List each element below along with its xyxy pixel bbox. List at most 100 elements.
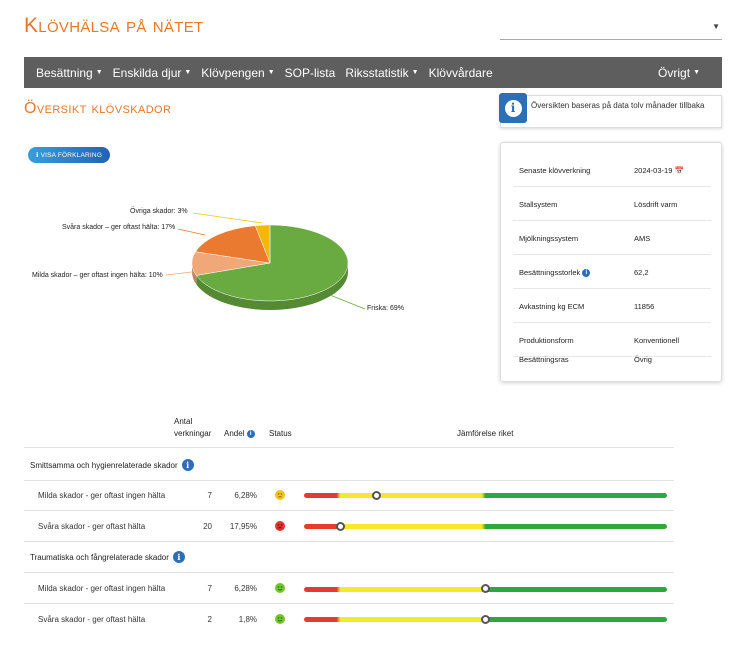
divider — [24, 480, 674, 481]
comparison-bar — [304, 493, 667, 498]
farm-info-card: Senaste klövverkning 2024-03-19 📅 Stalls… — [500, 142, 722, 382]
row-share: 1,8% — [238, 615, 257, 624]
farm-value: 11856 — [634, 302, 655, 311]
pie-leader-line — [177, 228, 206, 236]
caret-down-icon: ▼ — [95, 69, 103, 76]
header-share: Andel i — [224, 429, 255, 438]
pie-label-friska: Friska: 69% — [367, 305, 404, 312]
pie-leader-line — [329, 294, 366, 310]
farm-value: Lösdrift varm — [634, 200, 678, 209]
divider — [24, 572, 674, 573]
header-count-line2: verkningar — [174, 429, 212, 438]
farm-row: Besättningsras Övrig — [513, 341, 711, 375]
info-text: Översikten baseras på data tolv månader … — [531, 101, 705, 110]
nav-label: Enskilda djur — [112, 65, 182, 80]
row-count: 2 — [207, 615, 212, 624]
status-happy-icon — [275, 614, 285, 624]
row-name: Milda skador - ger oftast ingen hälta — [38, 491, 166, 500]
pie-leader-line — [192, 212, 263, 224]
info-icon-box: i — [499, 93, 527, 123]
info-icon: ℹ — [35, 152, 39, 159]
nav-riksstatistik[interactable]: Riksstatistik ▼ — [340, 57, 423, 88]
chevron-down-icon: ▼ — [712, 22, 720, 31]
nav-enskilda-djur[interactable]: Enskilda djur ▼ — [108, 57, 197, 88]
farm-value: AMS — [634, 234, 651, 243]
info-icon[interactable]: i — [582, 269, 591, 278]
nav-besattning[interactable]: Besättning ▼ — [24, 57, 108, 88]
main-navbar: Besättning ▼ Enskilda djur ▼ Klövpengen ▼ S… — [24, 57, 722, 88]
calendar-icon[interactable]: 📅 — [674, 166, 683, 175]
farm-row: Senaste klövverkning 2024-03-19 📅 — [513, 153, 711, 187]
pie-svg — [165, 212, 366, 310]
comparison-marker — [481, 584, 490, 593]
caret-down-icon: ▼ — [267, 69, 275, 76]
divider — [24, 447, 674, 448]
status-happy-icon — [275, 583, 285, 593]
farm-label-text: Besättningsstorlek — [519, 268, 581, 277]
row-name: Svåra skador - ger oftast hälta — [38, 615, 146, 624]
nav-label: Övrigt — [658, 65, 691, 80]
group-title: Traumatiska och fångrelaterade skador i — [30, 551, 185, 563]
farm-row: Avkastning kg ECM 11856 — [513, 289, 711, 323]
nav-klovpengen[interactable]: Klövpengen ▼ — [196, 57, 279, 88]
divider — [24, 541, 674, 542]
nav-label: Klövvårdare — [428, 65, 493, 80]
caret-down-icon: ▼ — [184, 69, 192, 76]
farm-value: 2024-03-19 📅 — [634, 166, 684, 175]
farm-value: 62,2 — [634, 268, 649, 277]
row-share: 6,28% — [234, 584, 257, 593]
header-status: Status — [269, 429, 292, 438]
row-share: 17,95% — [229, 522, 257, 531]
farm-row: Besättningsstorlek i 62,2 — [513, 255, 711, 289]
farm-label: Avkastning kg ECM — [519, 302, 585, 311]
comparison-bar — [304, 524, 667, 529]
herd-select[interactable]: ▼ — [500, 14, 722, 40]
farm-label: Besättningsstorlek i — [519, 268, 591, 278]
farm-row: Mjölkningssystem AMS — [513, 221, 711, 255]
pie-label-svara: Svåra skador – ger oftast hälta: 17% — [62, 224, 176, 231]
group-title-text: Smittsamma och hygienrelaterade skador — [30, 460, 178, 470]
status-sad-icon — [275, 521, 285, 531]
divider — [24, 510, 674, 511]
farm-row: Stallsystem Lösdrift varm — [513, 187, 711, 221]
header-compare: Jämförelse riket — [457, 429, 514, 438]
group-title: Smittsamma och hygienrelaterade skador i — [30, 459, 194, 471]
caret-down-icon: ▼ — [693, 69, 700, 76]
caret-down-icon: ▼ — [411, 69, 419, 76]
info-box: i Översikten baseras på data tolv månade… — [499, 93, 722, 128]
group-title-text: Traumatiska och fångrelaterade skador — [30, 552, 169, 562]
comparison-marker — [481, 615, 490, 624]
row-count: 7 — [207, 584, 212, 593]
nav-label: Klövpengen — [201, 65, 265, 80]
nav-sop-lista[interactable]: SOP-lista — [280, 57, 341, 88]
comparison-marker — [335, 522, 345, 531]
row-name: Milda skador - ger oftast ingen hälta — [38, 584, 166, 593]
divider — [24, 603, 674, 604]
nav-ovrigt[interactable]: Övrigt ▼ — [653, 57, 722, 88]
row-count: 20 — [203, 522, 212, 531]
damage-pie-chart: Övriga skador: 3% Svåra skador – ger oft… — [0, 195, 480, 335]
farm-value: Övrig — [634, 355, 652, 364]
show-explanation-button[interactable]: ℹ Visa förklaring — [28, 147, 110, 163]
info-icon[interactable]: i — [246, 429, 255, 438]
status-neutral-icon — [275, 490, 285, 500]
farm-label: Mjölkningssystem — [519, 234, 579, 243]
pie-label-ovriga: Övriga skador: 3% — [130, 208, 188, 215]
row-name: Svåra skador - ger oftast hälta — [38, 522, 146, 531]
nav-label: Riksstatistik — [345, 65, 409, 80]
pie-label-milda: Milda skador – ger oftast ingen hälta: 1… — [32, 272, 163, 279]
nav-label: SOP-lista — [284, 65, 336, 80]
info-icon[interactable]: i — [172, 551, 185, 563]
app-title: Klövhälsa på nätet — [24, 14, 204, 37]
nav-klovvardare[interactable]: Klövvårdare — [424, 57, 498, 88]
info-icon: i — [504, 99, 522, 117]
show-explanation-label: Visa förklaring — [40, 151, 103, 159]
header-share-text: Andel — [224, 429, 245, 438]
nav-label: Besättning — [36, 65, 93, 80]
comparison-marker — [372, 491, 382, 500]
row-share: 6,28% — [234, 491, 257, 500]
farm-label: Stallsystem — [519, 200, 558, 209]
row-count: 7 — [207, 491, 212, 500]
header-count-line1: Antal — [174, 417, 193, 426]
info-icon[interactable]: i — [181, 459, 194, 471]
